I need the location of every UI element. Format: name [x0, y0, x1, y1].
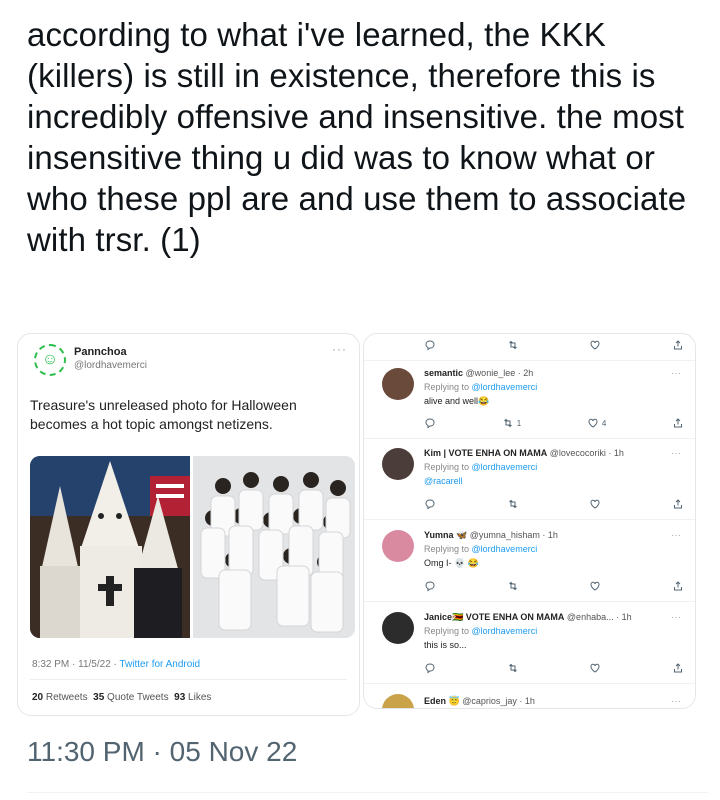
reply-text: this is so... — [424, 640, 467, 650]
post-meta: 8:32 PM · 11/5/22 · Twitter for Android — [32, 659, 200, 670]
reply-text[interactable]: @racarell — [424, 476, 463, 486]
reply-author: Eden 😇 — [424, 696, 460, 706]
like-icon[interactable] — [589, 580, 601, 592]
retweet-icon[interactable] — [507, 498, 519, 510]
embedded-tweet-text: Treasure's unreleased photo for Hallowee… — [30, 397, 297, 432]
more-icon[interactable]: ··· — [671, 530, 681, 541]
reply-handle: @wonie_lee · 2h — [465, 368, 534, 378]
retweet-icon[interactable]: 1 — [502, 417, 521, 429]
divider — [27, 792, 708, 793]
reply-icon[interactable] — [424, 662, 436, 674]
reply-icon[interactable] — [424, 498, 436, 510]
like-icon[interactable] — [589, 498, 601, 510]
avatar — [382, 448, 414, 480]
author-name: Pannchoa — [74, 346, 127, 358]
divider — [364, 683, 695, 684]
mention-link[interactable]: @lordhavemerci — [472, 382, 538, 392]
avatar — [382, 612, 414, 644]
replying-to: Replying to @lordhavemerci — [424, 626, 538, 636]
action-bar — [424, 662, 684, 674]
avatar — [382, 530, 414, 562]
author-handle: @lordhavemerci — [74, 360, 147, 371]
tweet-text: according to what i've learned, the KKK … — [27, 16, 687, 258]
share-icon[interactable] — [672, 580, 684, 592]
reply-author: Yumna 🦋 — [424, 530, 468, 540]
quotes-label[interactable]: Quote Tweets — [104, 692, 169, 703]
share-icon[interactable] — [672, 498, 684, 510]
divider — [364, 438, 695, 439]
post-time: 8:32 PM · 11/5/22 · — [32, 659, 120, 670]
action-bar — [424, 580, 684, 592]
avatar: ☺ — [34, 344, 66, 376]
reply-icon[interactable] — [424, 580, 436, 592]
source-link[interactable]: Twitter for Android — [119, 659, 200, 670]
quotes-count: 35 — [93, 692, 105, 703]
like-count: 4 — [601, 418, 607, 428]
replying-to: Replying to @lordhavemerci — [424, 382, 538, 392]
retweets-label[interactable]: Retweets — [43, 692, 88, 703]
retweet-icon[interactable] — [507, 580, 519, 592]
photo-costumes — [30, 456, 190, 638]
reply-header: semantic @wonie_lee · 2h — [424, 368, 533, 378]
photo-group — [193, 456, 355, 638]
share-icon[interactable] — [672, 662, 684, 674]
more-icon[interactable]: ··· — [671, 612, 681, 623]
like-icon[interactable]: 4 — [587, 417, 606, 429]
embedded-screenshot-right[interactable]: semantic @wonie_lee · 2h ··· Replying to… — [363, 333, 696, 709]
action-bar — [424, 498, 684, 510]
share-icon[interactable] — [672, 417, 684, 429]
like-icon[interactable] — [589, 339, 601, 351]
avatar — [382, 368, 414, 400]
reply-author: Janice🇿🇼 VOTE ENHA ON MAMA — [424, 612, 565, 622]
likes-count: 93 — [174, 692, 186, 703]
more-icon[interactable]: ··· — [671, 368, 681, 379]
action-bar: 1 4 — [424, 417, 684, 429]
retweets-count: 20 — [32, 692, 44, 703]
reply-header: Kim | VOTE ENHA ON MAMA @lovecocoriki · … — [424, 448, 624, 458]
reply-icon[interactable] — [424, 339, 436, 351]
reply-icon[interactable] — [424, 417, 436, 429]
replying-to: Replying to @lordhavemerci — [424, 462, 538, 472]
more-icon[interactable]: ··· — [671, 448, 681, 459]
share-icon[interactable] — [672, 339, 684, 351]
more-icon: ··· — [332, 342, 347, 356]
reply-handle: @caprios_jay · 1h — [462, 696, 535, 706]
replying-to: Replying to @lordhavemerci — [424, 544, 538, 554]
reply-handle: @lovecocoriki · 1h — [549, 448, 624, 458]
likes-label[interactable]: Likes — [185, 692, 211, 703]
reply-text: Omg I- 💀 😂 — [424, 558, 479, 568]
reply-text: alive and well😂 — [424, 396, 490, 406]
reply-author: semantic — [424, 368, 464, 378]
divider — [364, 519, 695, 520]
like-icon[interactable] — [589, 662, 601, 674]
retweet-count: 1 — [516, 418, 522, 428]
embedded-screenshot-left[interactable]: ☺ Pannchoa @lordhavemerci ··· Treasure's… — [17, 333, 360, 716]
divider — [364, 360, 695, 361]
engagement-stats: 20 Retweets 35 Quote Tweets 93 Likes — [32, 692, 211, 703]
avatar — [382, 694, 414, 708]
reply-handle: @enhaba... · 1h — [566, 612, 632, 622]
reply-header: Yumna 🦋 @yumna_hisham · 1h — [424, 530, 558, 541]
mention-link[interactable]: @lordhavemerci — [472, 462, 538, 472]
action-bar — [424, 339, 684, 351]
reply-handle: @yumna_hisham · 1h — [469, 530, 558, 540]
retweet-icon[interactable] — [507, 662, 519, 674]
retweet-icon[interactable] — [507, 339, 519, 351]
divider — [30, 679, 347, 680]
more-icon[interactable]: ··· — [671, 696, 681, 707]
reply-header: Janice🇿🇼 VOTE ENHA ON MAMA @enhaba... · … — [424, 612, 632, 623]
mention-link[interactable]: @lordhavemerci — [472, 544, 538, 554]
reply-author: Kim | VOTE ENHA ON MAMA — [424, 448, 548, 458]
tweet-timestamp[interactable]: 11:30 PM · 05 Nov 22 — [27, 736, 297, 768]
divider — [364, 601, 695, 602]
reply-header: Eden 😇 @caprios_jay · 1h — [424, 696, 535, 707]
mention-link[interactable]: @lordhavemerci — [472, 626, 538, 636]
